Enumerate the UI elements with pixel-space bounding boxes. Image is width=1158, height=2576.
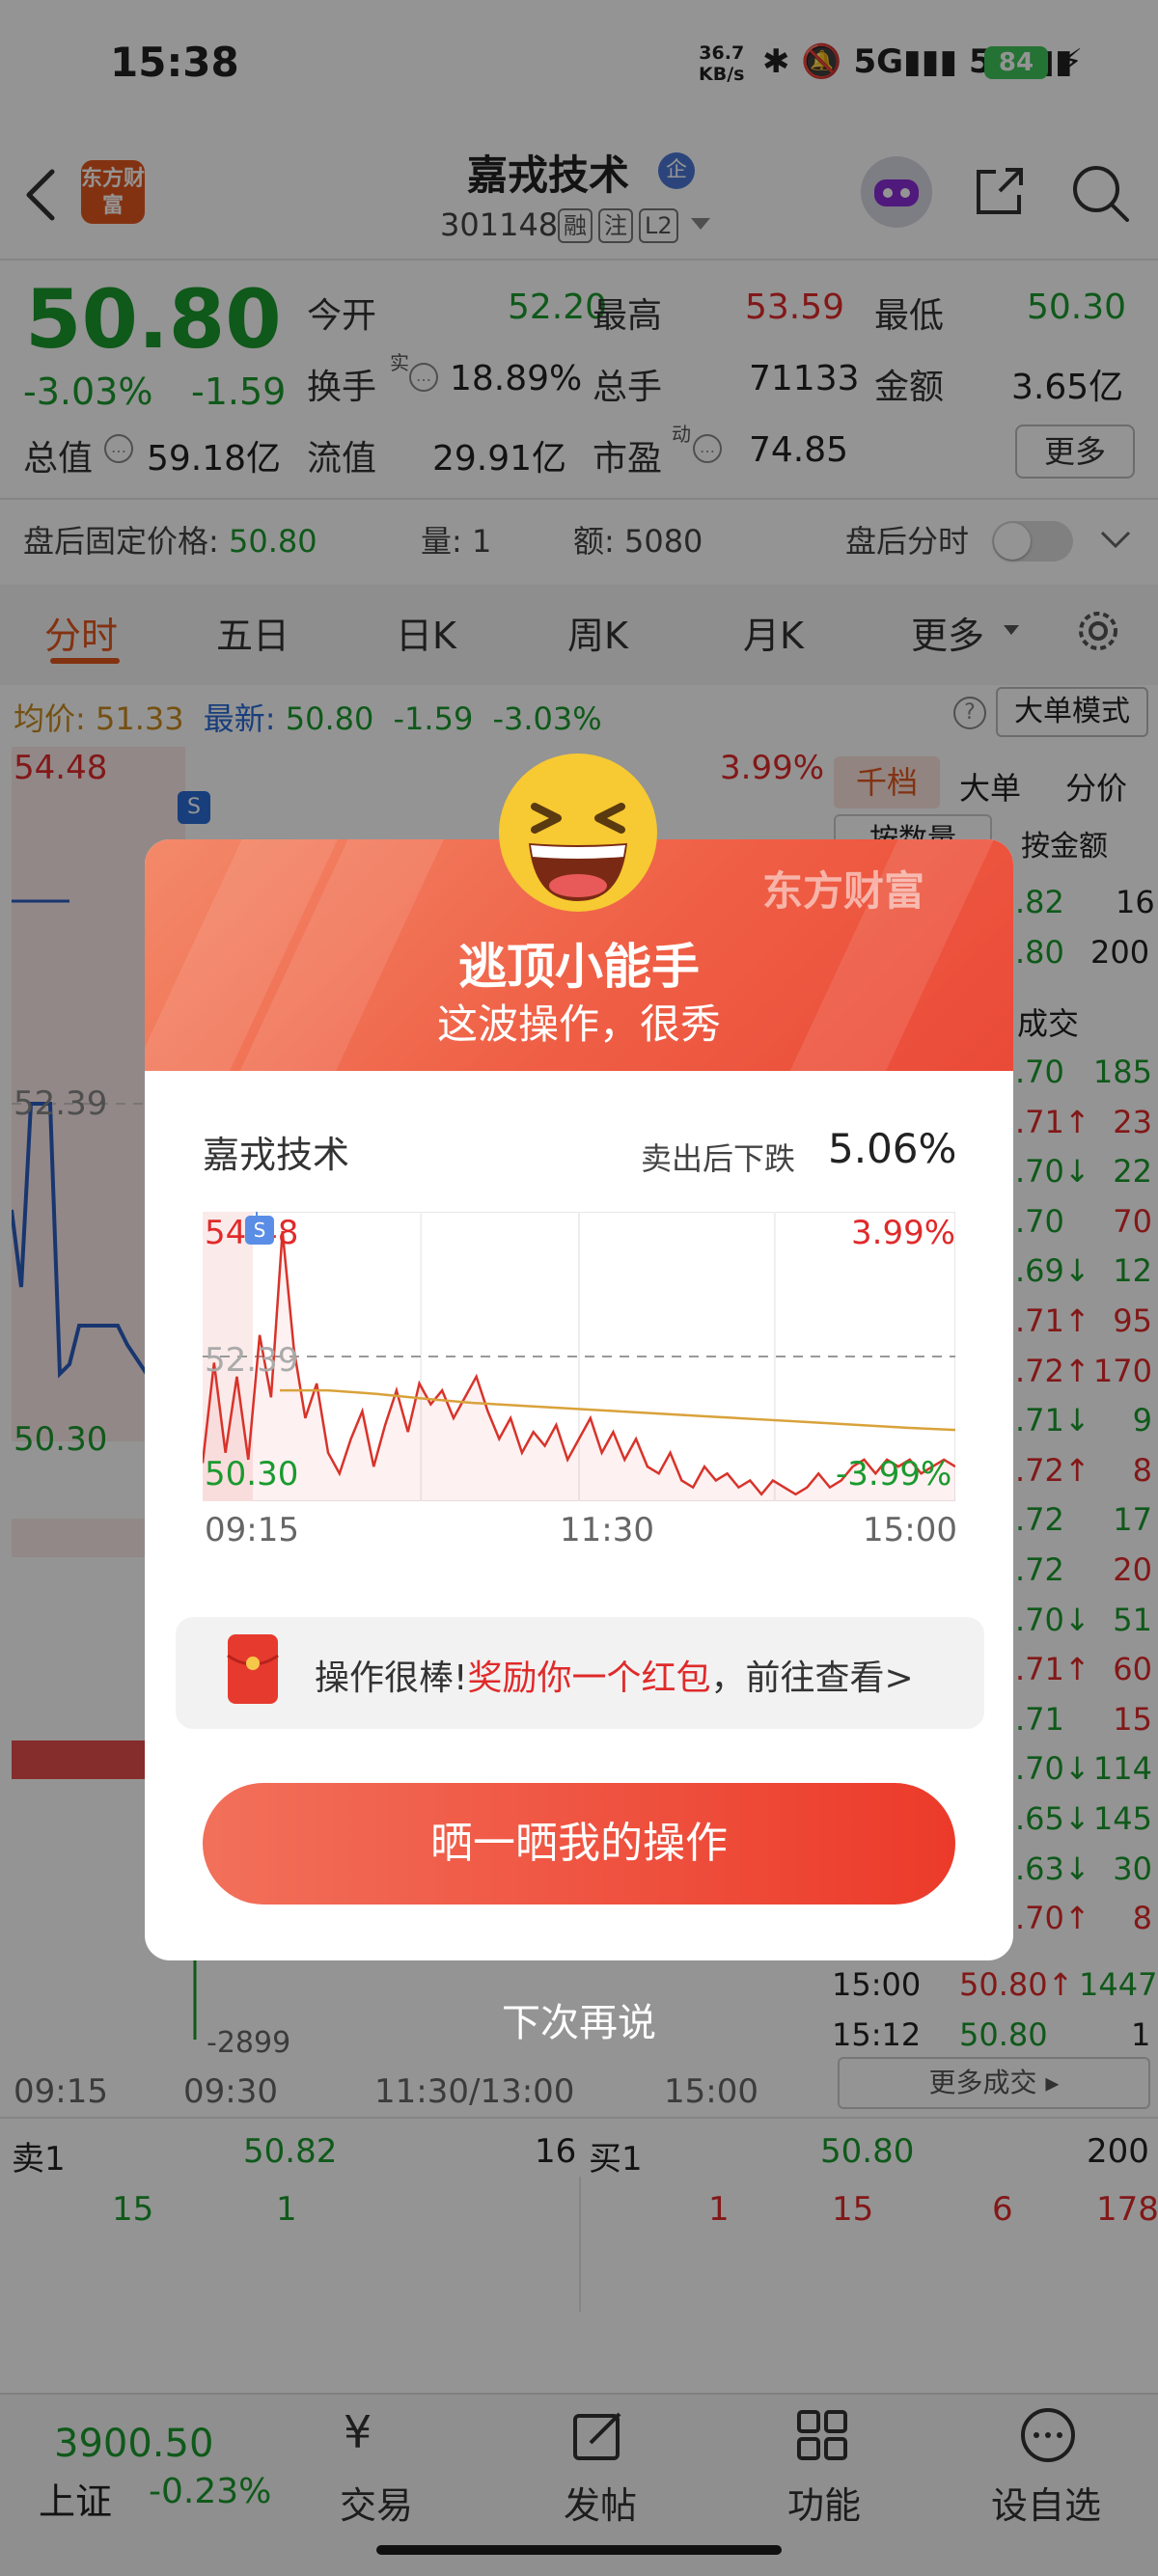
chart-y-right-top-label: 3.99% (851, 1214, 956, 1252)
share-operation-button[interactable]: 晒一晒我的操作 (203, 1783, 955, 1905)
popup-stock-name: 嘉戎技术 (203, 1134, 350, 1176)
chart-y-right-bottom-label: -3.99% (836, 1455, 952, 1494)
drop-after-sell-label: 卖出后下跌 (641, 1140, 796, 1177)
red-packet-text[interactable]: 操作很棒!奖励你一个红包，前往查看> (315, 1650, 914, 1700)
red-envelope-icon (227, 1634, 279, 1704)
reward-praise: 操作很棒! (315, 1658, 468, 1698)
laughing-emoji-icon (499, 754, 657, 912)
popup-subtitle: 这波操作，很秀 (436, 1000, 721, 1048)
popup-title: 逃顶小能手 (458, 939, 700, 995)
achievement-popup: 东方财富 逃顶小能手 这波操作，很秀 嘉戎技术 卖出后下跌 5.06% 54.4… (145, 839, 1013, 1960)
chart-y-bottom-label: 50.30 (205, 1455, 299, 1494)
sell-marker: S (245, 1216, 274, 1245)
dismiss-later-button[interactable]: 下次再说 (0, 1991, 1158, 2047)
chart-x-label-end: 15:00 (863, 1511, 957, 1549)
chart-x-label-mid: 11:30 (560, 1511, 654, 1549)
reward-highlight: 奖励你一个红包 (467, 1658, 711, 1698)
chart-x-label-start: 09:15 (205, 1511, 299, 1549)
brand-watermark: 东方财富 (762, 867, 925, 915)
reward-view-link[interactable]: ，前往查看> (710, 1658, 913, 1698)
home-indicator (376, 2545, 782, 2555)
chart-y-mid-label: 52.39 (205, 1341, 299, 1380)
drop-after-sell-value: 5.06% (828, 1125, 957, 1172)
